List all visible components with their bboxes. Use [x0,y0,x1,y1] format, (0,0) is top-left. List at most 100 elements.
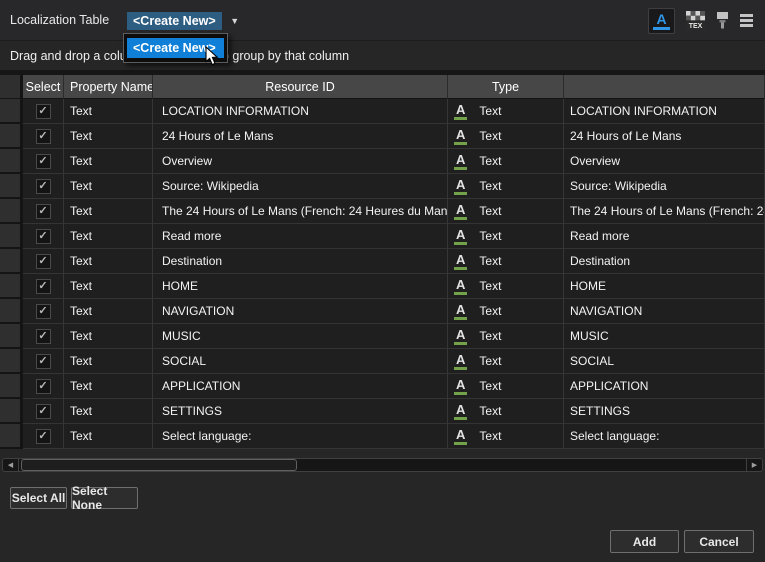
row-checkbox[interactable]: ✓ [36,154,51,169]
type-cell: A Text [448,299,564,324]
type-label: Text [479,279,501,293]
localization-grid: Select Property Name Resource ID Type ✓ … [0,70,765,449]
row-checkbox[interactable]: ✓ [36,204,51,219]
table-row[interactable]: ✓ Text Select language: A Text Select la… [0,424,765,449]
select-cell: ✓ [23,374,64,399]
row-checkbox[interactable]: ✓ [36,229,51,244]
menu-icon [740,14,753,27]
cancel-button[interactable]: Cancel [684,530,754,553]
scroll-left-arrow-icon[interactable]: ◀ [3,459,19,471]
type-label: Text [479,179,501,193]
property-name-cell: Text [64,174,153,199]
checkmark-icon: ✓ [38,281,47,292]
menu-button[interactable] [740,14,753,27]
table-combobox[interactable]: <Create New> ▼ [127,11,248,31]
mouse-cursor [205,46,219,66]
type-label: Text [479,129,501,143]
table-row[interactable]: ✓ Text HOME A Text HOME [0,274,765,299]
value-cell: MUSIC [564,324,765,349]
row-checkbox[interactable]: ✓ [36,429,51,444]
resource-id-cell: Source: Wikipedia [153,174,448,199]
checkmark-icon: ✓ [38,181,47,192]
select-cell: ✓ [23,324,64,349]
row-checkbox[interactable]: ✓ [36,254,51,269]
texture-localization-button[interactable]: TEX [686,11,705,30]
header-type[interactable]: Type [448,75,564,99]
select-cell: ✓ [23,224,64,249]
value-cell: HOME [564,274,765,299]
row-indicator [0,399,23,424]
table-row[interactable]: ✓ Text MUSIC A Text MUSIC [0,324,765,349]
select-none-button[interactable]: Select None [71,487,138,509]
select-cell: ✓ [23,274,64,299]
scroll-right-arrow-icon[interactable]: ▶ [746,459,762,471]
text-type-icon: A [454,203,467,220]
table-row[interactable]: ✓ Text Source: Wikipedia A Text Source: … [0,174,765,199]
table-row[interactable]: ✓ Text Destination A Text Destination [0,249,765,274]
chevron-down-icon[interactable]: ▼ [222,16,248,26]
row-checkbox[interactable]: ✓ [36,129,51,144]
row-indicator [0,124,23,149]
row-checkbox[interactable]: ✓ [36,329,51,344]
table-row[interactable]: ✓ Text The 24 Hours of Le Mans (French: … [0,199,765,224]
text-type-icon: A [454,103,467,120]
text-type-icon: A [454,153,467,170]
select-all-button[interactable]: Select All [10,487,67,509]
table-row[interactable]: ✓ Text APPLICATION A Text APPLICATION [0,374,765,399]
type-cell: A Text [448,149,564,174]
table-row[interactable]: ✓ Text LOCATION INFORMATION A Text LOCAT… [0,99,765,124]
row-checkbox[interactable]: ✓ [36,179,51,194]
text-type-icon: A [454,128,467,145]
table-row[interactable]: ✓ Text Read more A Text Read more [0,224,765,249]
table-row[interactable]: ✓ Text SOCIAL A Text SOCIAL [0,349,765,374]
checkmark-icon: ✓ [38,131,47,142]
row-indicator [0,174,23,199]
header-select[interactable]: Select [23,75,64,99]
scrollbar-thumb[interactable] [21,459,297,471]
row-checkbox[interactable]: ✓ [36,379,51,394]
row-indicator [0,274,23,299]
table-row[interactable]: ✓ Text SETTINGS A Text SETTINGS [0,399,765,424]
table-body: ✓ Text LOCATION INFORMATION A Text LOCAT… [0,99,765,449]
text-type-icon: A [454,228,467,245]
row-checkbox[interactable]: ✓ [36,404,51,419]
type-cell: A Text [448,124,564,149]
row-checkbox[interactable]: ✓ [36,104,51,119]
brush-button[interactable] [716,12,729,29]
select-cell: ✓ [23,99,64,124]
header-resource-id[interactable]: Resource ID [153,75,448,99]
row-checkbox[interactable]: ✓ [36,304,51,319]
value-cell: Source: Wikipedia [564,174,765,199]
value-cell: 24 Hours of Le Mans [564,124,765,149]
checkmark-icon: ✓ [38,206,47,217]
type-label: Text [479,304,501,318]
table-row[interactable]: ✓ Text Overview A Text Overview [0,149,765,174]
type-cell: A Text [448,99,564,124]
table-row[interactable]: ✓ Text 24 Hours of Le Mans A Text 24 Hou… [0,124,765,149]
localization-table-label: Localization Table [10,0,109,40]
select-cell: ✓ [23,174,64,199]
select-cell: ✓ [23,299,64,324]
select-cell: ✓ [23,399,64,424]
header-property-name[interactable]: Property Name [64,75,153,99]
brush-icon [716,12,729,29]
toolbar: Localization Table <Create New> ▼ A TEX [0,0,765,40]
value-cell: SETTINGS [564,399,765,424]
checkmark-icon: ✓ [38,231,47,242]
type-label: Text [479,354,501,368]
row-indicator [0,224,23,249]
resource-id-cell: Read more [153,224,448,249]
add-button[interactable]: Add [610,530,679,553]
property-name-cell: Text [64,224,153,249]
horizontal-scrollbar[interactable]: ◀ ▶ [2,458,763,472]
type-cell: A Text [448,399,564,424]
row-indicator [0,249,23,274]
type-cell: A Text [448,224,564,249]
value-cell: Read more [564,224,765,249]
row-checkbox[interactable]: ✓ [36,354,51,369]
text-localization-button[interactable]: A [648,8,675,34]
property-name-cell: Text [64,274,153,299]
row-checkbox[interactable]: ✓ [36,279,51,294]
table-row[interactable]: ✓ Text NAVIGATION A Text NAVIGATION [0,299,765,324]
header-value[interactable] [564,75,765,99]
